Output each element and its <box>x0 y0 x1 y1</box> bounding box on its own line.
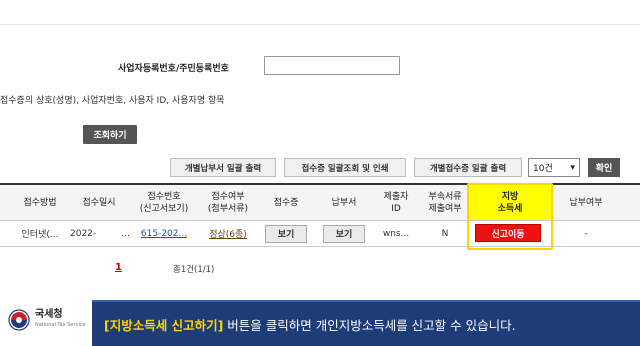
caption-rest: 버튼을 클릭하면 개인지방소득세를 신고할 수 있습니다. <box>223 318 516 333</box>
local-tax-report-button[interactable]: 신고이동 <box>475 224 541 242</box>
bizno-input[interactable] <box>264 56 400 75</box>
status-link[interactable]: 정상(6종) <box>200 221 256 246</box>
caption-banner-accent <box>92 300 640 302</box>
bulk-individual-receipt-button[interactable]: 개별접수증 일괄 출력 <box>414 158 522 177</box>
logo-text: 국세청 <box>35 309 63 320</box>
th-date: 접수일시 <box>82 197 116 208</box>
payment-view-cell: 보기 <box>322 221 366 246</box>
logo-subtext: National Tax Service <box>35 322 86 328</box>
th-paid: 납부여부 <box>569 197 603 208</box>
th-submitter: 제출자 ID <box>383 191 409 214</box>
th-receipt: 접수증 <box>273 197 299 208</box>
bulk-receipt-print-button[interactable]: 접수증 일괄조회 및 인쇄 <box>284 158 406 177</box>
cell-submitter: wns... <box>382 228 410 239</box>
page-size-select[interactable]: 10건 ▾ <box>528 158 580 177</box>
bizno-label: 사업자등록번호/주민등록번호 <box>118 64 229 74</box>
nts-logo: 국세청 National Tax Service <box>8 309 86 331</box>
nts-emblem-icon <box>8 309 30 331</box>
th-receipt-no: 접수번호 (신고서보기) <box>139 191 189 214</box>
receipt-view-cell: 보기 <box>264 221 308 246</box>
payment-view-button[interactable]: 보기 <box>323 224 365 243</box>
search-note: 접수증의 상호(성명), 사업자번호, 사용자 ID, 사용자명 항목 <box>0 96 225 106</box>
confirm-button[interactable]: 확인 <box>588 158 620 177</box>
th-payment: 납부서 <box>331 197 357 208</box>
cell-attach: N <box>441 228 449 239</box>
receipt-view-button[interactable]: 보기 <box>265 224 307 243</box>
cell-method: 인터넷(... <box>21 230 59 240</box>
page-number-link[interactable]: 1 <box>115 262 122 273</box>
th-attach: 부속서류 제출여부 <box>428 191 462 214</box>
cell-paid: - <box>584 228 588 239</box>
top-divider <box>0 24 640 25</box>
caption-highlight: [지방소득세 신고하기] <box>104 318 224 333</box>
receipt-number-link[interactable]: 615-202... <box>134 221 194 246</box>
bulk-payment-print-button[interactable]: 개별납부서 일괄 출력 <box>170 158 276 177</box>
chevron-down-icon: ▾ <box>570 162 575 173</box>
cell-date: 2022-... <box>70 228 130 239</box>
search-button[interactable]: 조회하기 <box>83 125 137 144</box>
page-size-value: 10건 <box>533 164 553 174</box>
th-status: 접수여부 (첨부서류) <box>207 191 249 214</box>
th-method: 접수방법 <box>23 197 57 208</box>
caption-text: [지방소득세 신고하기] 버튼을 클릭하면 개인지방소득세를 신고할 수 있습니… <box>104 315 516 334</box>
page-total: 총1건(1/1) <box>173 265 215 275</box>
